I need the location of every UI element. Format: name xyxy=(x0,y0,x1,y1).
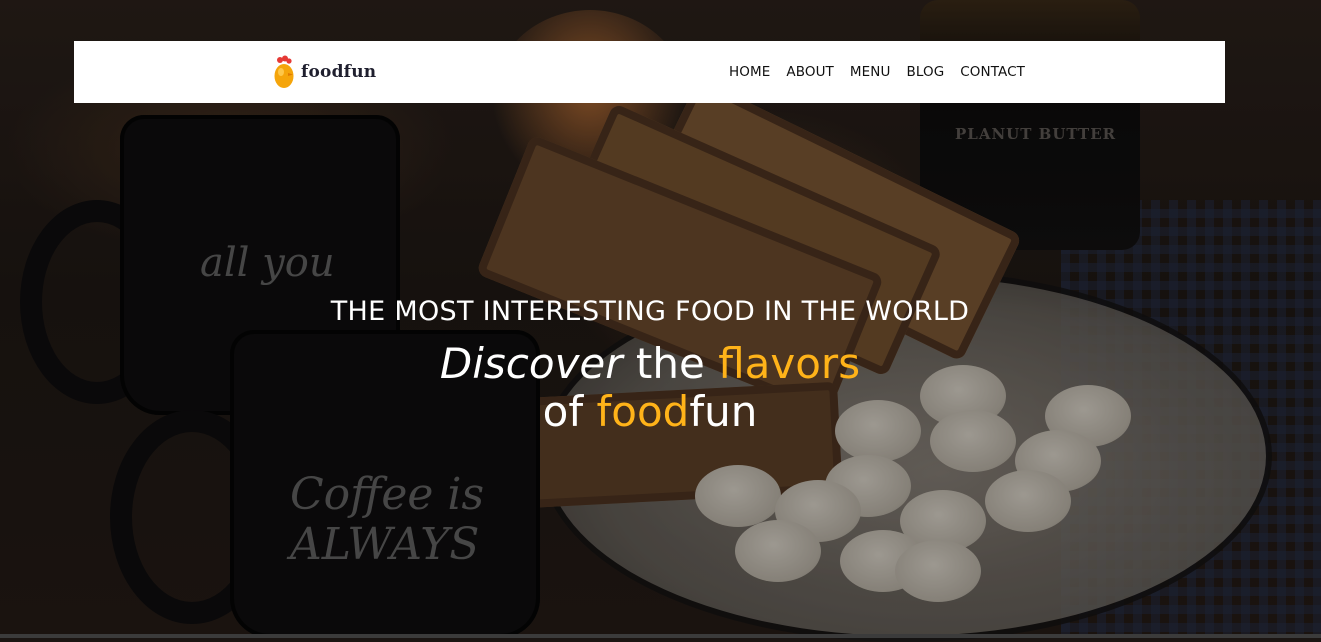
nav-menu[interactable]: MENU xyxy=(850,64,891,80)
brand-link[interactable]: foodfun xyxy=(273,55,376,89)
headline-food: food xyxy=(596,387,690,436)
hero-text: THE MOST INTERESTING FOOD IN THE WORLD D… xyxy=(300,292,1000,436)
nav-home[interactable]: HOME xyxy=(729,64,770,80)
hero-headline: Discover the flavors of foodfun xyxy=(300,340,1000,436)
headline-flavors: flavors xyxy=(718,339,861,388)
headline-the: the xyxy=(622,339,719,388)
hero-eyebrow: THE MOST INTERESTING FOOD IN THE WORLD xyxy=(330,296,970,327)
navbar: foodfun HOME ABOUT MENU BLOG CONTACT xyxy=(74,41,1225,103)
nav-contact[interactable]: CONTACT xyxy=(960,64,1025,80)
brand-name: foodfun xyxy=(301,62,377,82)
nav-about[interactable]: ABOUT xyxy=(786,64,834,80)
page-bottom-edge xyxy=(0,634,1321,638)
nav-blog[interactable]: BLOG xyxy=(906,64,944,80)
headline-fun: fun xyxy=(689,387,758,436)
egg-chick-icon xyxy=(274,55,294,88)
main-nav: HOME ABOUT MENU BLOG CONTACT xyxy=(729,41,1025,103)
headline-of: of xyxy=(542,387,597,436)
headline-discover: Discover xyxy=(439,339,623,388)
